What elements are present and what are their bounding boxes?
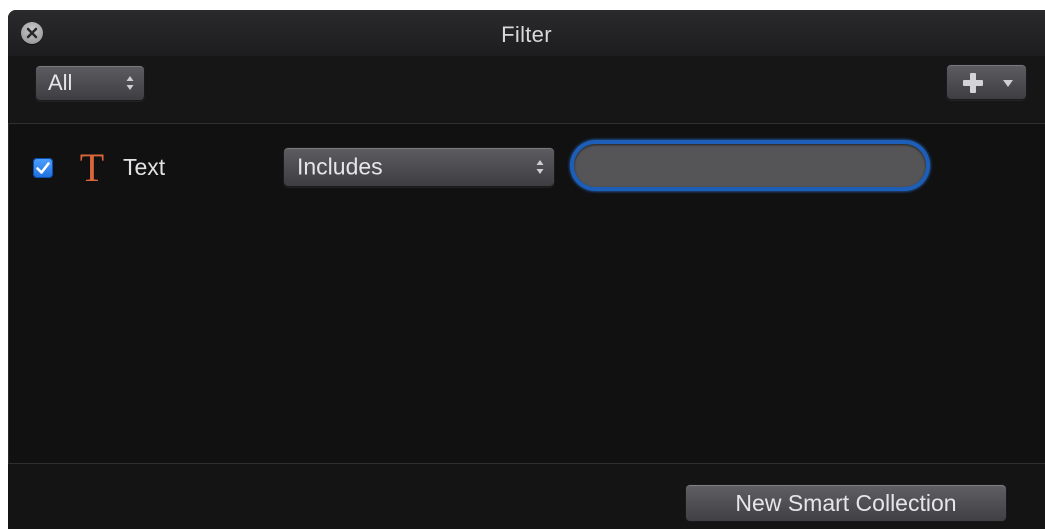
rule-value-input[interactable]: [574, 144, 926, 187]
match-all-popup[interactable]: All: [35, 65, 145, 101]
plus-icon: [963, 73, 983, 93]
caret-down-icon: [1003, 80, 1013, 87]
up-down-arrows-icon: [126, 76, 134, 90]
text-type-icon: T: [79, 145, 105, 190]
rule-type-label: Text: [123, 154, 166, 180]
add-rule-button[interactable]: [946, 64, 1027, 100]
window-title: Filter: [501, 22, 552, 47]
rule-enabled-checkbox[interactable]: [33, 158, 53, 178]
rule-operator-popup[interactable]: Includes: [283, 147, 555, 187]
filter-window: Filter All T Text Includes New Smart Col…: [8, 10, 1045, 529]
filter-toolbar: [8, 56, 1045, 123]
divider: [8, 123, 1045, 124]
rule-operator-label: Includes: [297, 153, 383, 180]
rule-value-focus-ring: [570, 140, 930, 191]
new-smart-collection-button[interactable]: New Smart Collection: [685, 484, 1007, 522]
up-down-arrows-icon: [536, 160, 544, 174]
match-all-popup-label: All: [48, 70, 73, 95]
title-bar[interactable]: Filter: [8, 10, 1045, 56]
